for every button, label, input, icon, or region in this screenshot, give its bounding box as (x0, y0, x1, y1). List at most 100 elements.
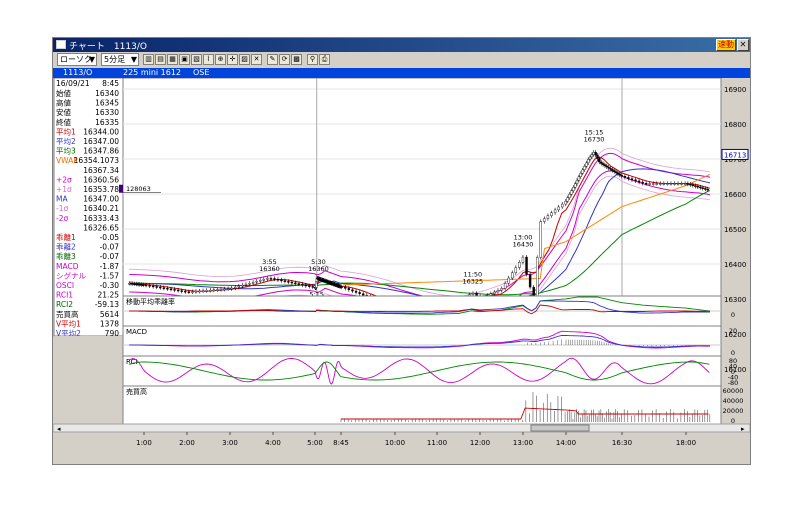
side-value: -0.30 (100, 281, 120, 290)
candle-body (354, 290, 358, 293)
candle-body (266, 278, 269, 280)
chart-type-select[interactable]: ローソク ▼ (57, 53, 97, 66)
candle-body (564, 200, 567, 205)
side-label: 平均3 (56, 146, 76, 156)
pen-icon[interactable]: ✎ (267, 54, 278, 65)
time-tick-label: 11:00 (427, 439, 447, 447)
candle-body (184, 290, 187, 293)
settings-grid-icon[interactable]: ▧ (191, 54, 202, 65)
candle-body (155, 286, 158, 288)
scroll-left-icon[interactable]: ◂ (57, 425, 61, 433)
candle-body (572, 187, 575, 191)
candle-body (344, 286, 347, 289)
time-tick-label: 2:00 (179, 439, 195, 447)
candle-body (659, 183, 662, 185)
side-value: -1.87 (100, 262, 120, 271)
crosshair-icon[interactable]: ✛ (227, 54, 238, 65)
candle-body (237, 285, 241, 288)
indicator-panel-title: MACD (126, 328, 147, 336)
price-tick-label: 16300 (724, 296, 746, 304)
candle-body (704, 188, 707, 190)
candle-body (652, 183, 655, 185)
candle-body (471, 293, 475, 295)
scroll-right-icon[interactable]: ▸ (741, 425, 745, 433)
candle-body (598, 158, 601, 163)
side-label: MACD (56, 262, 79, 271)
candle-body (594, 152, 597, 156)
candle-body (358, 292, 361, 294)
candle-body (290, 281, 294, 284)
candle-body (209, 289, 212, 292)
chart-type-value: ローソク (60, 55, 92, 64)
side-value: 16345 (95, 99, 119, 108)
ohlc-side-panel: 16/09/21 8:45 始値 16340 高値 16345 安値 16330 終値 16335… (53, 78, 124, 464)
instrument-name: 225 mini 1612 (123, 68, 182, 77)
realtime-button[interactable]: 速動 (716, 39, 736, 51)
candle-body (666, 183, 669, 185)
candle-body (627, 177, 630, 179)
candle-body (528, 274, 532, 288)
chart-area[interactable]: 16/09/21 8:45 始値 16340 高値 16345 安値 16330 終値 16335… (53, 78, 750, 464)
price-tick-label: 16400 (724, 261, 746, 269)
zoom-icon[interactable]: ⊕ (215, 54, 226, 65)
instrument-info-bar: 1113/O 225 mini 1612 OSE (53, 68, 750, 78)
volume-marker (119, 184, 123, 193)
scrollbar-thumb[interactable] (530, 424, 590, 432)
candle-body (699, 186, 702, 189)
annotation-price: 16325 (462, 277, 483, 285)
candle-body (694, 185, 697, 187)
redraw-icon[interactable]: ⟳ (279, 54, 290, 65)
candle-body (244, 283, 248, 286)
print-icon[interactable]: ⎙ (319, 54, 330, 65)
candlestick-icon[interactable]: ▥ (143, 54, 154, 65)
horizontal-scrollbar[interactable] (53, 423, 750, 433)
window-layout-icon[interactable]: ▣ (179, 54, 190, 65)
candle-body (511, 272, 514, 279)
indicator-icon[interactable]: ▨ (239, 54, 250, 65)
candle-body (585, 162, 588, 167)
side-value: 16333.43 (83, 214, 119, 223)
candle-body (503, 283, 507, 289)
indicator-panel-title: 移動平均乖離率 (126, 297, 175, 306)
stats-icon[interactable]: ▩ (291, 54, 302, 65)
candle-body (159, 286, 162, 289)
candle-body (283, 280, 287, 282)
candle-body (187, 291, 191, 293)
bar-chart-icon[interactable]: ▤ (155, 54, 166, 65)
candle-body (581, 169, 584, 174)
side-value: 16347.00 (83, 137, 119, 146)
side-date: 16/09/21 (56, 79, 90, 88)
candle-body (212, 289, 216, 292)
candle-body (686, 183, 690, 185)
candle-body (550, 212, 553, 216)
trend-line-icon[interactable]: ⌇ (203, 54, 214, 65)
candle-body (255, 281, 258, 283)
candle-body (596, 154, 599, 159)
time-tick-label: 13:00 (513, 439, 533, 447)
annotation-price: 16430 (513, 241, 534, 249)
close-icon[interactable]: ✕ (737, 39, 749, 51)
candle-body (641, 181, 644, 184)
side-value: -0.07 (100, 243, 120, 252)
candle-body (577, 176, 581, 181)
interval-select[interactable]: 5分足 ▼ (101, 53, 139, 66)
candle-body (180, 290, 183, 292)
side-label: MA (56, 195, 68, 204)
side-value: 16335 (95, 118, 119, 127)
candle-body (251, 282, 255, 284)
chart-app-icon (56, 40, 66, 49)
candle-body (351, 289, 354, 292)
indicator-axis-label: 60000 (723, 387, 744, 395)
delete-icon[interactable]: ✕ (251, 54, 262, 65)
symbol-code: 1113/O (63, 68, 93, 77)
candle-body (201, 290, 205, 292)
side-value: -0.05 (100, 233, 120, 242)
search-icon[interactable]: ⚲ (307, 54, 318, 65)
side-label: シグナル (56, 270, 86, 280)
indicator-axis-label: -80 (728, 379, 739, 387)
candle-body (297, 283, 301, 285)
time-tick-label: 1:00 (136, 439, 152, 447)
candle-body (311, 286, 315, 288)
line-chart-icon[interactable]: ▦ (167, 54, 178, 65)
candle-body (696, 186, 700, 188)
